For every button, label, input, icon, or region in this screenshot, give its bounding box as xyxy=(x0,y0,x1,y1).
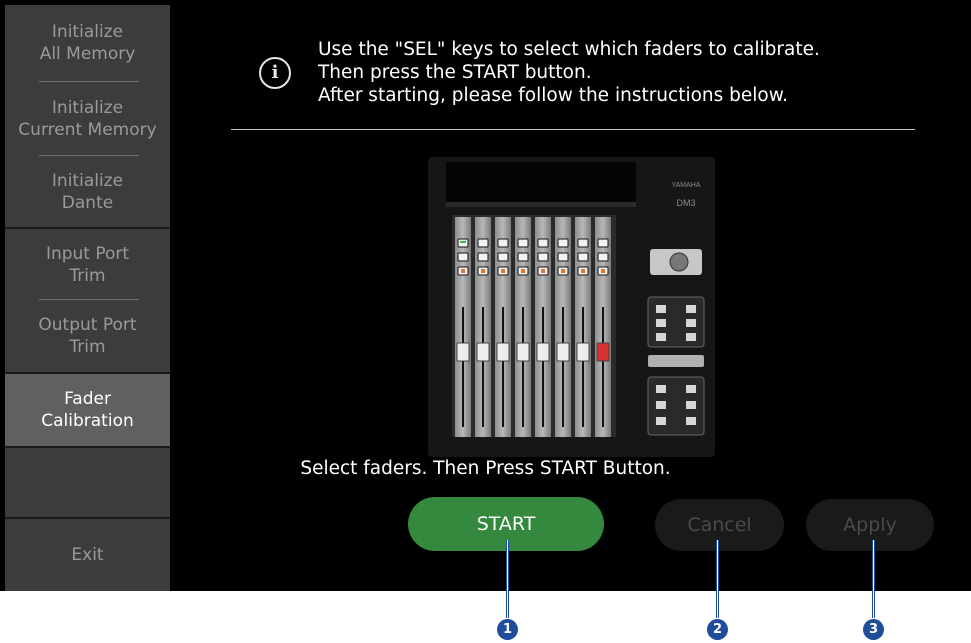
callout-line xyxy=(716,540,719,618)
console-image: YAMAHA DM3 xyxy=(428,157,715,457)
info-icon: i xyxy=(259,57,291,89)
sidebar-item-label: Input Port xyxy=(45,243,130,264)
sidebar-item-label: Current Memory xyxy=(18,120,157,140)
sidebar: Initialize All Memory Initialize Current… xyxy=(5,5,170,591)
console-illustration: YAMAHA DM3 xyxy=(446,162,705,437)
instruction-line: Then press the START button. xyxy=(318,62,592,83)
model-label: DM3 xyxy=(676,198,695,208)
sidebar-item-label: Initialize xyxy=(51,98,124,118)
instructions: Use the "SEL" keys to select which fader… xyxy=(318,38,820,107)
sidebar-item-label: Fader xyxy=(64,389,111,409)
instruction-line: Use the "SEL" keys to select which fader… xyxy=(318,39,820,60)
sidebar-item-input-port-trim[interactable]: Input Port Trim xyxy=(5,229,170,300)
sidebar-item-label: Trim xyxy=(69,337,106,357)
sidebar-item-output-port-trim[interactable]: Output Port Trim xyxy=(5,300,170,372)
callout-number: 2 xyxy=(707,619,728,640)
status-message: Select faders. Then Press START Button. xyxy=(300,458,671,479)
sidebar-item-label: Initialize xyxy=(51,171,124,191)
instruction-line: After starting, please follow the instru… xyxy=(318,85,789,106)
callout-line xyxy=(872,540,875,618)
apply-button[interactable]: Apply xyxy=(806,499,934,551)
sidebar-item-fader-calibration[interactable]: Fader Calibration xyxy=(5,374,170,446)
screen: Initialize All Memory Initialize Current… xyxy=(0,0,971,591)
sidebar-item-label: Output Port xyxy=(38,315,137,335)
divider xyxy=(5,446,170,448)
sidebar-item-label: Calibration xyxy=(41,411,134,431)
exit-label: Exit xyxy=(71,545,104,565)
callout-number: 3 xyxy=(863,619,884,640)
callout-line xyxy=(506,540,509,618)
sidebar-item-initialize-current-memory[interactable]: Initialize Current Memory xyxy=(5,82,170,156)
sidebar-item-label: Trim xyxy=(69,265,106,286)
divider xyxy=(231,129,915,130)
callout-number: 1 xyxy=(497,619,518,640)
exit-button[interactable]: Exit xyxy=(5,519,170,591)
cancel-button[interactable]: Cancel xyxy=(655,499,784,551)
sidebar-item-label: All Memory xyxy=(39,43,136,64)
sidebar-item-initialize-all-memory[interactable]: Initialize All Memory xyxy=(5,5,170,80)
sidebar-item-label: Dante xyxy=(61,193,114,213)
sidebar-item-initialize-dante[interactable]: Initialize Dante xyxy=(5,156,170,228)
brand-label: YAMAHA xyxy=(671,182,700,189)
sidebar-item-label: Initialize xyxy=(51,21,124,42)
